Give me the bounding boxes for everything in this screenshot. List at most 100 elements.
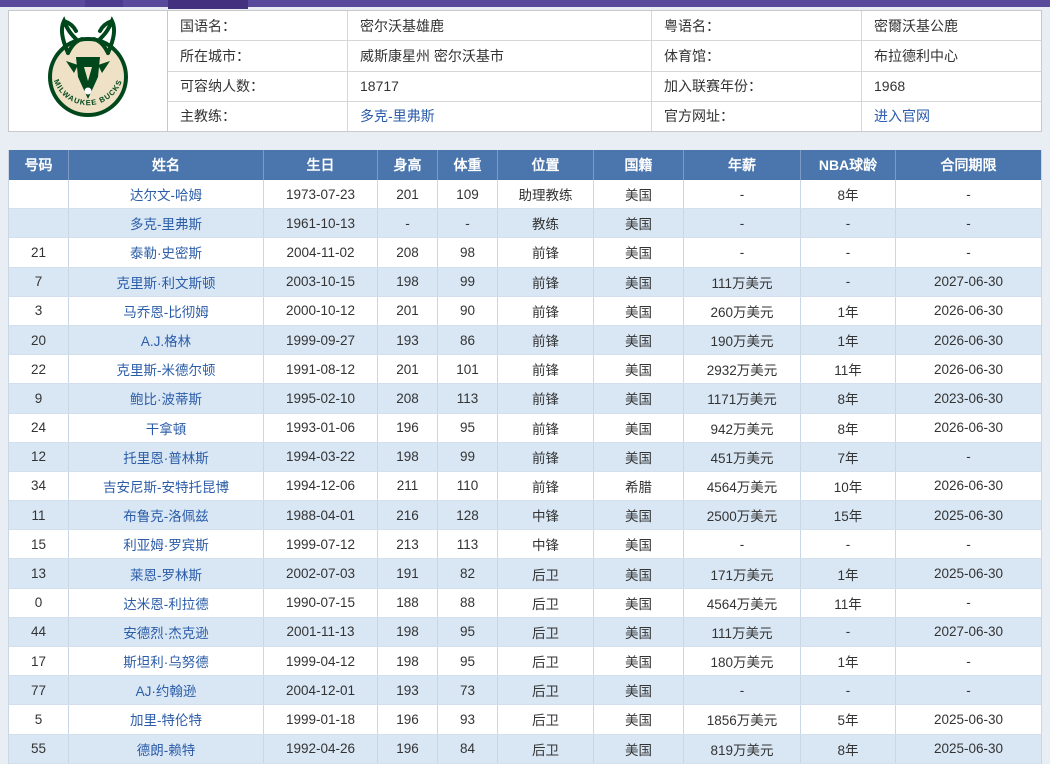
- cell-weight: 95: [438, 618, 498, 646]
- table-row: 7克里斯·利文斯顿2003-10-1519899前锋美国111万美元-2027-…: [9, 268, 1041, 297]
- cell-height: 208: [378, 384, 438, 412]
- cell-birthday: 1999-07-12: [264, 530, 378, 558]
- cell-birthday: 1994-12-06: [264, 472, 378, 500]
- value-arena: 布拉德利中心: [862, 41, 1041, 70]
- cell-salary: 111万美元: [684, 618, 801, 646]
- cell-height: 211: [378, 472, 438, 500]
- cell-weight: 128: [438, 501, 498, 529]
- cell-name[interactable]: 泰勒·史密斯: [69, 238, 264, 266]
- cell-birthday: 2003-10-15: [264, 268, 378, 296]
- cell-position: 后卫: [498, 647, 594, 675]
- label-cantonese-name: 粤语名：: [652, 11, 862, 40]
- cell-name[interactable]: 马乔恩-比彻姆: [69, 297, 264, 325]
- cell-nba_years: 1年: [801, 559, 896, 587]
- cell-number: 9: [9, 384, 69, 412]
- cell-name[interactable]: AJ·约翰逊: [69, 676, 264, 704]
- cell-birthday: 1999-09-27: [264, 326, 378, 354]
- cell-salary: -: [684, 676, 801, 704]
- cell-height: 201: [378, 355, 438, 383]
- cell-salary: 942万美元: [684, 414, 801, 442]
- roster-header-row: 号码姓名生日身高体重位置国籍年薪NBA球龄合同期限: [9, 150, 1041, 180]
- column-header-contract_until: 合同期限: [896, 150, 1041, 180]
- cell-contract_until: 2025-06-30: [896, 735, 1041, 763]
- table-row: 44安德烈·杰克逊2001-11-1319895后卫美国111万美元-2027-…: [9, 618, 1041, 647]
- cell-position: 后卫: [498, 589, 594, 617]
- cell-birthday: 2002-07-03: [264, 559, 378, 587]
- cell-position: 前锋: [498, 326, 594, 354]
- cell-name[interactable]: 吉安尼斯-安特托昆博: [69, 472, 264, 500]
- cell-name[interactable]: 布鲁克-洛佩兹: [69, 501, 264, 529]
- cell-name[interactable]: 加里-特伦特: [69, 705, 264, 733]
- cell-position: 前锋: [498, 355, 594, 383]
- cell-weight: 84: [438, 735, 498, 763]
- team-logo-cell: MILWAUKEE BUCKS: [9, 11, 168, 131]
- cell-nba_years: 1年: [801, 647, 896, 675]
- cell-name[interactable]: 斯坦利·乌努德: [69, 647, 264, 675]
- cell-number: 34: [9, 472, 69, 500]
- cell-weight: 110: [438, 472, 498, 500]
- column-header-number: 号码: [9, 150, 69, 180]
- cell-weight: 73: [438, 676, 498, 704]
- cell-birthday: 1991-08-12: [264, 355, 378, 383]
- cell-contract_until: 2026-06-30: [896, 355, 1041, 383]
- cell-name[interactable]: 克里斯-米德尔顿: [69, 355, 264, 383]
- cell-contract_until: 2025-06-30: [896, 501, 1041, 529]
- cell-contract_until: -: [896, 676, 1041, 704]
- cell-nba_years: 5年: [801, 705, 896, 733]
- cell-name[interactable]: 托里恩·普林斯: [69, 443, 264, 471]
- cell-name[interactable]: 多克-里弗斯: [69, 209, 264, 237]
- label-head-coach: 主教练：: [168, 102, 348, 131]
- label-join-year: 加入联赛年份：: [652, 72, 862, 101]
- cell-weight: 113: [438, 530, 498, 558]
- cell-name[interactable]: 利亚姆·罗宾斯: [69, 530, 264, 558]
- table-row: 12托里恩·普林斯1994-03-2219899前锋美国451万美元7年-: [9, 443, 1041, 472]
- cell-name[interactable]: 克里斯·利文斯顿: [69, 268, 264, 296]
- head-coach-link[interactable]: 多克-里弗斯: [348, 102, 652, 131]
- cell-birthday: 1993-01-06: [264, 414, 378, 442]
- cell-birthday: 1995-02-10: [264, 384, 378, 412]
- cell-salary: -: [684, 180, 801, 208]
- cell-birthday: 1999-04-12: [264, 647, 378, 675]
- cell-height: 196: [378, 414, 438, 442]
- cell-weight: 98: [438, 238, 498, 266]
- column-header-weight: 体重: [438, 150, 498, 180]
- cell-birthday: 1992-04-26: [264, 735, 378, 763]
- info-row: 国语名： 密尔沃基雄鹿 粤语名： 密爾沃基公鹿: [168, 11, 1041, 41]
- cell-name[interactable]: 鲍比·波蒂斯: [69, 384, 264, 412]
- column-header-birthday: 生日: [264, 150, 378, 180]
- label-cn-name: 国语名：: [168, 11, 348, 40]
- cell-name[interactable]: 莱恩-罗林斯: [69, 559, 264, 587]
- cell-name[interactable]: 干拿頓: [69, 414, 264, 442]
- cell-number: 0: [9, 589, 69, 617]
- cell-birthday: 2000-10-12: [264, 297, 378, 325]
- cell-weight: 109: [438, 180, 498, 208]
- official-site-link[interactable]: 进入官网: [862, 102, 1041, 131]
- cell-birthday: 2004-11-02: [264, 238, 378, 266]
- cell-nba_years: -: [801, 676, 896, 704]
- nav-tab-fragment[interactable]: [85, 0, 123, 7]
- label-official-site: 官方网址：: [652, 102, 862, 131]
- cell-height: 201: [378, 297, 438, 325]
- cell-number: [9, 180, 69, 208]
- cell-name[interactable]: A.J.格林: [69, 326, 264, 354]
- cell-name[interactable]: 达米恩-利拉德: [69, 589, 264, 617]
- cell-position: 中锋: [498, 501, 594, 529]
- table-row: 20A.J.格林1999-09-2719386前锋美国190万美元1年2026-…: [9, 326, 1041, 355]
- cell-name[interactable]: 安德烈·杰克逊: [69, 618, 264, 646]
- cell-contract_until: 2026-06-30: [896, 472, 1041, 500]
- nav-tab-fragment-active[interactable]: [168, 0, 248, 9]
- cell-nationality: 美国: [594, 238, 684, 266]
- cell-weight: -: [438, 209, 498, 237]
- cell-contract_until: -: [896, 647, 1041, 675]
- cell-salary: 1171万美元: [684, 384, 801, 412]
- label-arena: 体育馆：: [652, 41, 862, 70]
- cell-nba_years: -: [801, 209, 896, 237]
- cell-name[interactable]: 德朗-赖特: [69, 735, 264, 763]
- cell-height: 201: [378, 180, 438, 208]
- cell-position: 前锋: [498, 384, 594, 412]
- cell-contract_until: -: [896, 530, 1041, 558]
- cell-birthday: 1990-07-15: [264, 589, 378, 617]
- cell-birthday: 2001-11-13: [264, 618, 378, 646]
- cell-name[interactable]: 达尔文-哈姆: [69, 180, 264, 208]
- cell-nba_years: -: [801, 618, 896, 646]
